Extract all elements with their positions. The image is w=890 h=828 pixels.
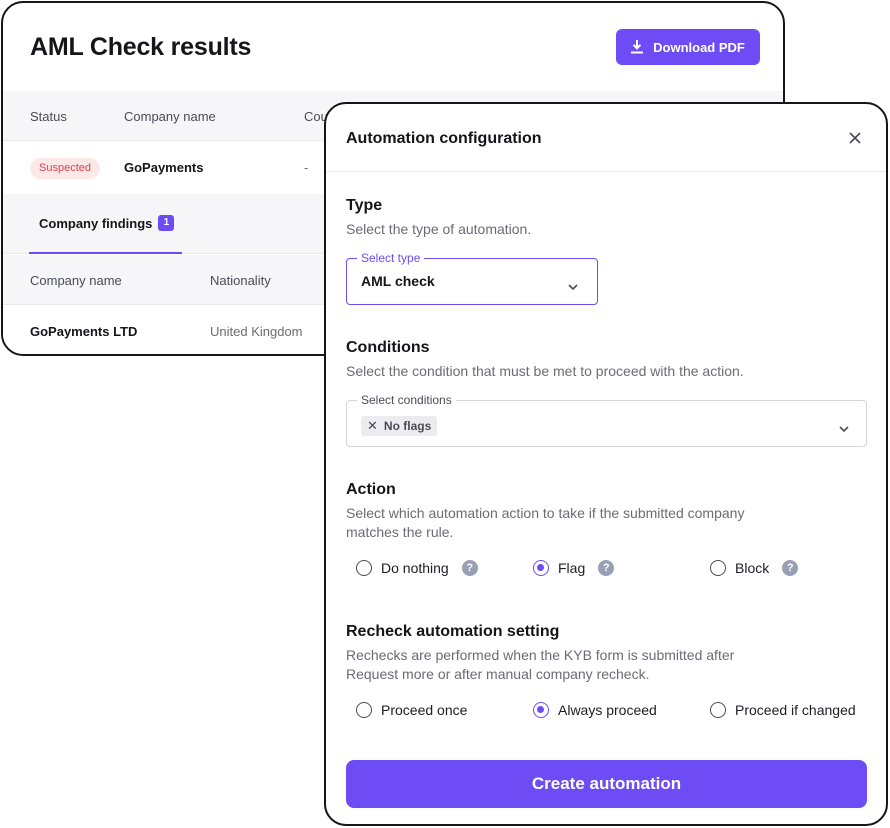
conditions-section-title: Conditions [346,339,430,356]
action-option-block[interactable]: Block ? [710,560,799,576]
company-name-cell: GoPayments [124,160,204,175]
type-section-title: Type [346,197,383,214]
condition-chip[interactable]: ✕ No flags [361,416,438,436]
type-section-description: Select the type of automation. [346,221,532,237]
conditions-section-description: Select the condition that must be met to… [346,363,744,379]
chip-label: No flags [383,419,432,433]
close-icon[interactable] [846,129,864,147]
conditions-select-label: Select conditions [357,393,456,407]
action-section-title: Action [346,481,396,498]
type-select[interactable]: Select type AML check [346,251,598,305]
radio-label: Flag [558,560,586,576]
radio-button[interactable] [356,560,372,576]
company-name-cell: GoPayments LTD [30,324,138,339]
radio-label: Proceed once [381,702,468,718]
automation-configuration-modal: Automation configuration Type Select the… [324,102,888,826]
tab-label: Company findings [39,215,153,231]
chip-remove-icon[interactable]: ✕ [367,416,378,436]
type-select-label: Select type [357,251,425,265]
recheck-section-description: Rechecks are performed when the KYB form… [346,647,735,682]
recheck-radio-group: Proceed once Always proceed Proceed if c… [356,702,876,724]
conditions-select[interactable]: Select conditions ✕ No flags [346,393,867,447]
tab-company-findings[interactable]: Company findings 1 [29,194,182,254]
action-section-description: Select which automation action to take i… [346,505,745,540]
recheck-option-always-proceed[interactable]: Always proceed [533,702,657,718]
radio-button[interactable] [710,560,726,576]
radio-label: Do nothing [381,560,449,576]
chevron-down-icon [567,278,579,291]
type-select-value: AML check [361,273,435,289]
action-option-do-nothing[interactable]: Do nothing ? [356,560,478,576]
create-automation-button[interactable]: Create automation [346,760,867,808]
recheck-option-proceed-if-changed[interactable]: Proceed if changed [710,702,856,718]
radio-label: Block [735,560,770,576]
column-header-nationality: Nationality [210,273,271,288]
recheck-option-proceed-once[interactable]: Proceed once [356,702,467,718]
radio-button[interactable] [533,560,549,576]
help-icon[interactable]: ? [461,560,478,576]
download-icon [631,40,644,54]
column-header-company-name: Company name [124,109,216,124]
recheck-section-title: Recheck automation setting [346,623,560,640]
tab-count-badge: 1 [158,215,175,231]
radio-button[interactable] [710,702,726,718]
action-radio-group: Do nothing ? Flag ? Block ? [356,560,876,582]
download-pdf-button[interactable]: Download PDF [616,29,760,65]
radio-button[interactable] [533,702,549,718]
nationality-cell: United Kingdom [210,324,303,339]
radio-label: Proceed if changed [735,702,856,718]
chevron-down-icon [838,420,850,433]
page-title: AML Check results [30,33,252,61]
modal-header: Automation configuration [326,104,886,172]
results-header: AML Check results Download PDF [3,3,783,91]
help-icon[interactable]: ? [782,560,799,576]
status-badge: Suspected [30,158,100,179]
column-header-company-name: Company name [30,273,122,288]
help-icon[interactable]: ? [598,560,615,576]
download-pdf-label: Download PDF [653,39,745,55]
country-cell: - [304,160,309,175]
radio-button[interactable] [356,702,372,718]
action-option-flag[interactable]: Flag ? [533,560,615,576]
modal-title: Automation configuration [346,130,542,147]
column-header-status: Status [30,109,67,124]
radio-label: Always proceed [558,702,657,718]
